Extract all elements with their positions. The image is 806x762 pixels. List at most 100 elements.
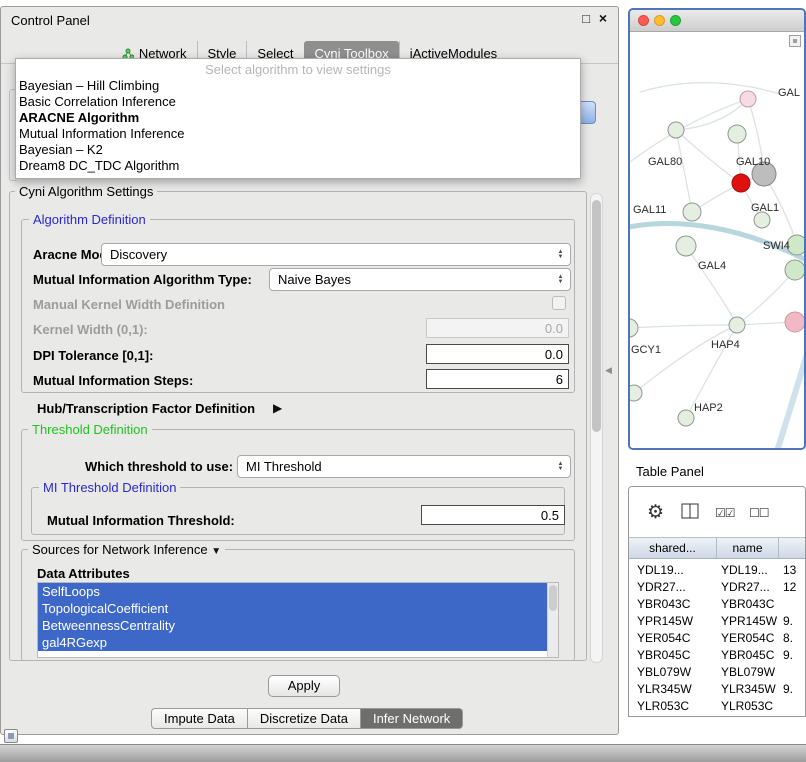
tab-infer-network[interactable]: Infer Network bbox=[361, 708, 463, 729]
splitter-collapse-arrow-icon[interactable]: ◀ bbox=[605, 365, 612, 376]
cell: YBR043C bbox=[629, 596, 717, 613]
close-window-icon[interactable] bbox=[638, 15, 649, 26]
algorithm-dropdown-placeholder: Select algorithm to view settings bbox=[16, 61, 580, 78]
cell: YBR045C bbox=[717, 647, 779, 664]
algorithm-option[interactable]: Bayesian – Hill Climbing bbox=[16, 78, 580, 94]
threshold-definition-title: Threshold Definition bbox=[28, 423, 152, 436]
network-node-label: HAP4 bbox=[711, 339, 740, 351]
combo-arrows-icon: ▲▼ bbox=[553, 275, 568, 285]
close-panel-icon[interactable]: × bbox=[599, 10, 607, 26]
network-node-label: GAL bbox=[778, 87, 800, 99]
table-panel-title: Table Panel bbox=[636, 464, 704, 479]
column-header-cut[interactable] bbox=[779, 538, 805, 558]
control-panel-title: Control Panel bbox=[11, 13, 90, 28]
algorithm-option[interactable]: Basic Correlation Inference bbox=[16, 94, 580, 110]
table-row[interactable]: YDR27... YDR27... 12 bbox=[629, 579, 805, 596]
minimize-window-icon[interactable] bbox=[654, 15, 665, 26]
attribute-item-selected[interactable]: gal4RGexp bbox=[38, 634, 547, 651]
settings-scrollbar-thumb[interactable] bbox=[592, 200, 601, 432]
combo-arrows-icon: ▲▼ bbox=[553, 250, 568, 260]
column-header-shared-name[interactable]: shared... bbox=[629, 538, 717, 558]
deselect-all-checkboxes-icon[interactable]: ☐☐ bbox=[749, 506, 769, 520]
cell: YDR27... bbox=[717, 579, 779, 596]
apply-button[interactable]: Apply bbox=[268, 675, 340, 697]
data-attributes-label: Data Attributes bbox=[37, 566, 130, 581]
cyni-mode-tabs: Impute Data Discretize Data Infer Networ… bbox=[151, 708, 463, 729]
column-header-name[interactable]: name bbox=[717, 538, 779, 558]
algorithm-option[interactable]: Mutual Information Inference bbox=[16, 126, 580, 142]
mi-steps-field[interactable]: 6 bbox=[426, 369, 569, 389]
aracne-mode-combobox[interactable]: Discovery ▲▼ bbox=[101, 243, 571, 266]
select-all-checkboxes-icon[interactable]: ☑☑ bbox=[715, 506, 735, 520]
manual-kernel-checkbox[interactable] bbox=[552, 296, 566, 310]
status-bar bbox=[0, 744, 806, 762]
table-row[interactable]: YLR053C YLR053C bbox=[629, 698, 805, 715]
kernel-width-field[interactable]: 0.0 bbox=[426, 318, 569, 338]
cyni-settings-group-title: Cyni Algorithm Settings bbox=[15, 185, 157, 198]
network-node[interactable] bbox=[754, 212, 770, 228]
table-panel-toolbar: ⚙ ☑☑ ☐☐ bbox=[629, 487, 805, 537]
table-row[interactable]: YDL19... YDL19... 13 bbox=[629, 562, 805, 579]
network-node[interactable] bbox=[728, 125, 746, 143]
cell bbox=[779, 698, 805, 715]
sources-group-title[interactable]: Sources for Network Inference ▼ bbox=[28, 543, 225, 558]
network-canvas[interactable]: GAL GAL80 GAL10 GAL11 GAL1 SWI4 GAL4 GCY… bbox=[630, 32, 804, 448]
table-row[interactable]: YPR145W YPR145W 9. bbox=[629, 613, 805, 630]
cell: YER054C bbox=[717, 630, 779, 647]
birdseye-toggle-icon[interactable] bbox=[789, 35, 801, 47]
network-node-label: SWI4 bbox=[763, 240, 790, 252]
attributes-scrollbar[interactable] bbox=[547, 583, 558, 657]
attribute-item-selected[interactable]: TopologicalCoefficient bbox=[38, 600, 547, 617]
attributes-scrollbar-thumb[interactable] bbox=[549, 585, 557, 611]
cell: 12 bbox=[779, 579, 805, 596]
control-panel-window: Control Panel □ × Network Style Select C… bbox=[0, 6, 619, 735]
dpi-tolerance-field[interactable]: 0.0 bbox=[426, 344, 569, 364]
hub-section-label[interactable]: Hub/Transcription Factor Definition bbox=[37, 401, 255, 416]
network-node-red[interactable] bbox=[732, 174, 750, 192]
attribute-item-selected[interactable]: BetweennessCentrality bbox=[38, 617, 547, 634]
table-row[interactable]: YBL079W YBL079W bbox=[629, 664, 805, 681]
network-node[interactable] bbox=[785, 260, 804, 280]
table-row[interactable]: YBR045C YBR045C 9. bbox=[629, 647, 805, 664]
table-columns-icon[interactable] bbox=[681, 503, 699, 522]
algorithm-option-selected[interactable]: ARACNE Algorithm bbox=[16, 110, 580, 126]
gear-icon[interactable]: ⚙ bbox=[647, 501, 664, 524]
sources-title-text: Sources for Network Inference bbox=[32, 542, 208, 557]
table-row[interactable]: YLR345W YLR345W 9. bbox=[629, 681, 805, 698]
attribute-item-selected[interactable]: SelfLoops bbox=[38, 583, 547, 600]
network-node[interactable] bbox=[785, 312, 804, 332]
network-node[interactable] bbox=[729, 317, 745, 333]
mi-threshold-field[interactable]: 0.5 bbox=[421, 505, 565, 525]
network-node[interactable] bbox=[683, 203, 701, 221]
cell: YBR045C bbox=[629, 647, 717, 664]
data-attributes-list[interactable]: SelfLoops TopologicalCoefficient Between… bbox=[37, 582, 559, 658]
table-row[interactable]: YER054C YER054C 8. bbox=[629, 630, 805, 647]
algorithm-option[interactable]: Bayesian – K2 bbox=[16, 142, 580, 158]
network-window-titlebar bbox=[630, 10, 804, 32]
network-node[interactable] bbox=[668, 122, 684, 138]
tab-impute-data[interactable]: Impute Data bbox=[151, 708, 248, 729]
manual-kernel-label: Manual Kernel Width Definition bbox=[33, 297, 225, 312]
algorithm-option[interactable]: Dream8 DC_TDC Algorithm bbox=[16, 158, 580, 174]
network-node[interactable] bbox=[740, 91, 756, 107]
tab-discretize-data[interactable]: Discretize Data bbox=[248, 708, 361, 729]
network-node[interactable] bbox=[630, 385, 642, 401]
settings-scrollbar[interactable] bbox=[590, 193, 603, 663]
mi-algorithm-type-combobox[interactable]: Naive Bayes ▲▼ bbox=[269, 268, 571, 291]
which-threshold-value: MI Threshold bbox=[238, 459, 553, 474]
network-edge bbox=[778, 347, 804, 448]
network-edge bbox=[686, 246, 737, 325]
cell: 13 bbox=[779, 562, 805, 579]
table-row[interactable]: YBR043C YBR043C bbox=[629, 596, 805, 613]
network-node[interactable] bbox=[630, 319, 638, 337]
network-node[interactable] bbox=[676, 236, 696, 256]
cell: YER054C bbox=[629, 630, 717, 647]
hub-collapsed-arrow-icon[interactable]: ▶ bbox=[273, 401, 282, 415]
float-panel-icon[interactable]: □ bbox=[582, 11, 590, 26]
minimized-panel-icon[interactable] bbox=[4, 729, 18, 743]
which-threshold-label: Which threshold to use: bbox=[85, 459, 233, 474]
network-node[interactable] bbox=[678, 410, 694, 426]
zoom-window-icon[interactable] bbox=[670, 15, 681, 26]
which-threshold-combobox[interactable]: MI Threshold ▲▼ bbox=[237, 455, 571, 478]
network-edge bbox=[630, 325, 737, 328]
